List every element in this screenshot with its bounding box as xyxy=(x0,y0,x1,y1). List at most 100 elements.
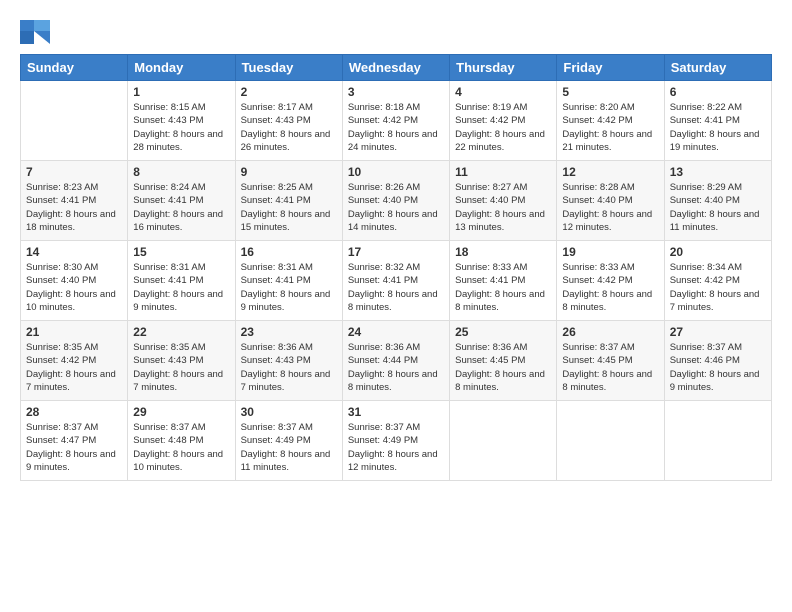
header-sunday: Sunday xyxy=(21,55,128,81)
calendar-cell xyxy=(21,81,128,161)
calendar-cell: 16Sunrise: 8:31 AM Sunset: 4:41 PM Dayli… xyxy=(235,241,342,321)
calendar-cell: 1 Sunrise: 8:15 AM Sunset: 4:43 PM Daylig… xyxy=(128,81,235,161)
calendar-cell: 21 Sunrise: 8:35 AM Sunset: 4:42 PM Dayli… xyxy=(21,321,128,401)
day-info: Sunrise: 8:31 AM Sunset: 4:41 PM Dayligh… xyxy=(133,261,229,314)
day-number: 26 xyxy=(562,325,658,339)
calendar-cell: 3 Sunrise: 8:18 AM Sunset: 4:42 PM Daylig… xyxy=(342,81,449,161)
day-number: 31 xyxy=(348,405,444,419)
day-number: 8 xyxy=(133,165,229,179)
calendar-week-row: 14 Sunrise: 8:30 AM Sunset: 4:40 PM Dayli… xyxy=(21,241,772,321)
calendar-cell: 11 Sunrise: 8:27 AM Sunset: 4:40 PM Dayli… xyxy=(450,161,557,241)
day-info: Sunrise: 8:20 AM Sunset: 4:42 PM Dayligh… xyxy=(562,101,658,154)
calendar-cell: 17 Sunrise: 8:32 AM Sunset: 4:41 PM Dayli… xyxy=(342,241,449,321)
day-number: 22 xyxy=(133,325,229,339)
header-monday: Monday xyxy=(128,55,235,81)
calendar-cell: 13 Sunrise: 8:29 AM Sunset: 4:40 PM Dayli… xyxy=(664,161,771,241)
header-tuesday: Tuesday xyxy=(235,55,342,81)
calendar-cell: 8 Sunrise: 8:24 AM Sunset: 4:41 PM Daylig… xyxy=(128,161,235,241)
day-info: Sunrise: 8:27 AM Sunset: 4:40 PM Dayligh… xyxy=(455,181,551,234)
day-number: 17 xyxy=(348,245,444,259)
calendar-cell: 23 Sunrise: 8:36 AM Sunset: 4:43 PM Dayli… xyxy=(235,321,342,401)
day-info: Sunrise: 8:22 AM Sunset: 4:41 PM Dayligh… xyxy=(670,101,766,154)
calendar-cell: 6Sunrise: 8:22 AM Sunset: 4:41 PM Daylig… xyxy=(664,81,771,161)
calendar-cell: 5 Sunrise: 8:20 AM Sunset: 4:42 PM Daylig… xyxy=(557,81,664,161)
day-info: Sunrise: 8:33 AM Sunset: 4:42 PM Dayligh… xyxy=(562,261,658,314)
calendar-cell: 20 Sunrise: 8:34 AM Sunset: 4:42 PM Dayli… xyxy=(664,241,771,321)
day-number: 11 xyxy=(455,165,551,179)
day-number: 5 xyxy=(562,85,658,99)
calendar-cell: 2Sunrise: 8:17 AM Sunset: 4:43 PM Daylig… xyxy=(235,81,342,161)
day-number: 27 xyxy=(670,325,766,339)
page-container: SundayMondayTuesdayWednesdayThursdayFrid… xyxy=(0,0,792,491)
day-number: 16 xyxy=(241,245,337,259)
calendar-cell: 27 Sunrise: 8:37 AM Sunset: 4:46 PM Dayli… xyxy=(664,321,771,401)
header-wednesday: Wednesday xyxy=(342,55,449,81)
calendar-cell: 24Sunrise: 8:36 AM Sunset: 4:44 PM Dayli… xyxy=(342,321,449,401)
day-number: 24 xyxy=(348,325,444,339)
day-info: Sunrise: 8:26 AM Sunset: 4:40 PM Dayligh… xyxy=(348,181,444,234)
day-number: 13 xyxy=(670,165,766,179)
calendar-cell: 26 Sunrise: 8:37 AM Sunset: 4:45 PM Dayli… xyxy=(557,321,664,401)
day-number: 3 xyxy=(348,85,444,99)
calendar-cell: 25Sunrise: 8:36 AM Sunset: 4:45 PM Dayli… xyxy=(450,321,557,401)
day-info: Sunrise: 8:15 AM Sunset: 4:43 PM Dayligh… xyxy=(133,101,229,154)
calendar-cell: 31 Sunrise: 8:37 AM Sunset: 4:49 PM Dayli… xyxy=(342,401,449,481)
header-saturday: Saturday xyxy=(664,55,771,81)
calendar-week-row: 1 Sunrise: 8:15 AM Sunset: 4:43 PM Daylig… xyxy=(21,81,772,161)
day-info: Sunrise: 8:35 AM Sunset: 4:42 PM Dayligh… xyxy=(26,341,122,394)
day-info: Sunrise: 8:34 AM Sunset: 4:42 PM Dayligh… xyxy=(670,261,766,314)
day-number: 10 xyxy=(348,165,444,179)
day-number: 4 xyxy=(455,85,551,99)
day-number: 30 xyxy=(241,405,337,419)
day-number: 20 xyxy=(670,245,766,259)
calendar-header-row: SundayMondayTuesdayWednesdayThursdayFrid… xyxy=(21,55,772,81)
logo-icon xyxy=(20,20,50,44)
day-info: Sunrise: 8:36 AM Sunset: 4:43 PM Dayligh… xyxy=(241,341,337,394)
day-info: Sunrise: 8:25 AM Sunset: 4:41 PM Dayligh… xyxy=(241,181,337,234)
day-info: Sunrise: 8:18 AM Sunset: 4:42 PM Dayligh… xyxy=(348,101,444,154)
calendar-cell: 19Sunrise: 8:33 AM Sunset: 4:42 PM Dayli… xyxy=(557,241,664,321)
day-info: Sunrise: 8:35 AM Sunset: 4:43 PM Dayligh… xyxy=(133,341,229,394)
day-number: 25 xyxy=(455,325,551,339)
day-number: 9 xyxy=(241,165,337,179)
day-number: 23 xyxy=(241,325,337,339)
day-info: Sunrise: 8:29 AM Sunset: 4:40 PM Dayligh… xyxy=(670,181,766,234)
day-number: 14 xyxy=(26,245,122,259)
day-number: 7 xyxy=(26,165,122,179)
day-info: Sunrise: 8:37 AM Sunset: 4:46 PM Dayligh… xyxy=(670,341,766,394)
day-info: Sunrise: 8:24 AM Sunset: 4:41 PM Dayligh… xyxy=(133,181,229,234)
day-number: 2 xyxy=(241,85,337,99)
day-info: Sunrise: 8:33 AM Sunset: 4:41 PM Dayligh… xyxy=(455,261,551,314)
calendar-cell: 14 Sunrise: 8:30 AM Sunset: 4:40 PM Dayli… xyxy=(21,241,128,321)
calendar-cell: 18 Sunrise: 8:33 AM Sunset: 4:41 PM Dayli… xyxy=(450,241,557,321)
logo xyxy=(20,20,53,44)
day-info: Sunrise: 8:19 AM Sunset: 4:42 PM Dayligh… xyxy=(455,101,551,154)
day-info: Sunrise: 8:37 AM Sunset: 4:48 PM Dayligh… xyxy=(133,421,229,474)
calendar-cell xyxy=(557,401,664,481)
day-number: 12 xyxy=(562,165,658,179)
calendar-cell xyxy=(450,401,557,481)
calendar-week-row: 21 Sunrise: 8:35 AM Sunset: 4:42 PM Dayli… xyxy=(21,321,772,401)
day-number: 29 xyxy=(133,405,229,419)
calendar-cell: 29 Sunrise: 8:37 AM Sunset: 4:48 PM Dayli… xyxy=(128,401,235,481)
day-info: Sunrise: 8:37 AM Sunset: 4:45 PM Dayligh… xyxy=(562,341,658,394)
calendar-cell: 4 Sunrise: 8:19 AM Sunset: 4:42 PM Daylig… xyxy=(450,81,557,161)
header-friday: Friday xyxy=(557,55,664,81)
page-header xyxy=(20,15,772,44)
day-info: Sunrise: 8:37 AM Sunset: 4:47 PM Dayligh… xyxy=(26,421,122,474)
day-number: 1 xyxy=(133,85,229,99)
calendar-cell: 22 Sunrise: 8:35 AM Sunset: 4:43 PM Dayli… xyxy=(128,321,235,401)
calendar-week-row: 28Sunrise: 8:37 AM Sunset: 4:47 PM Dayli… xyxy=(21,401,772,481)
day-info: Sunrise: 8:37 AM Sunset: 4:49 PM Dayligh… xyxy=(241,421,337,474)
day-info: Sunrise: 8:30 AM Sunset: 4:40 PM Dayligh… xyxy=(26,261,122,314)
calendar-week-row: 7Sunrise: 8:23 AM Sunset: 4:41 PM Daylig… xyxy=(21,161,772,241)
calendar-cell: 9 Sunrise: 8:25 AM Sunset: 4:41 PM Daylig… xyxy=(235,161,342,241)
day-number: 18 xyxy=(455,245,551,259)
calendar-cell: 12Sunrise: 8:28 AM Sunset: 4:40 PM Dayli… xyxy=(557,161,664,241)
day-info: Sunrise: 8:37 AM Sunset: 4:49 PM Dayligh… xyxy=(348,421,444,474)
calendar-cell: 10 Sunrise: 8:26 AM Sunset: 4:40 PM Dayli… xyxy=(342,161,449,241)
calendar-table: SundayMondayTuesdayWednesdayThursdayFrid… xyxy=(20,54,772,481)
day-number: 21 xyxy=(26,325,122,339)
day-info: Sunrise: 8:32 AM Sunset: 4:41 PM Dayligh… xyxy=(348,261,444,314)
calendar-cell: 15Sunrise: 8:31 AM Sunset: 4:41 PM Dayli… xyxy=(128,241,235,321)
